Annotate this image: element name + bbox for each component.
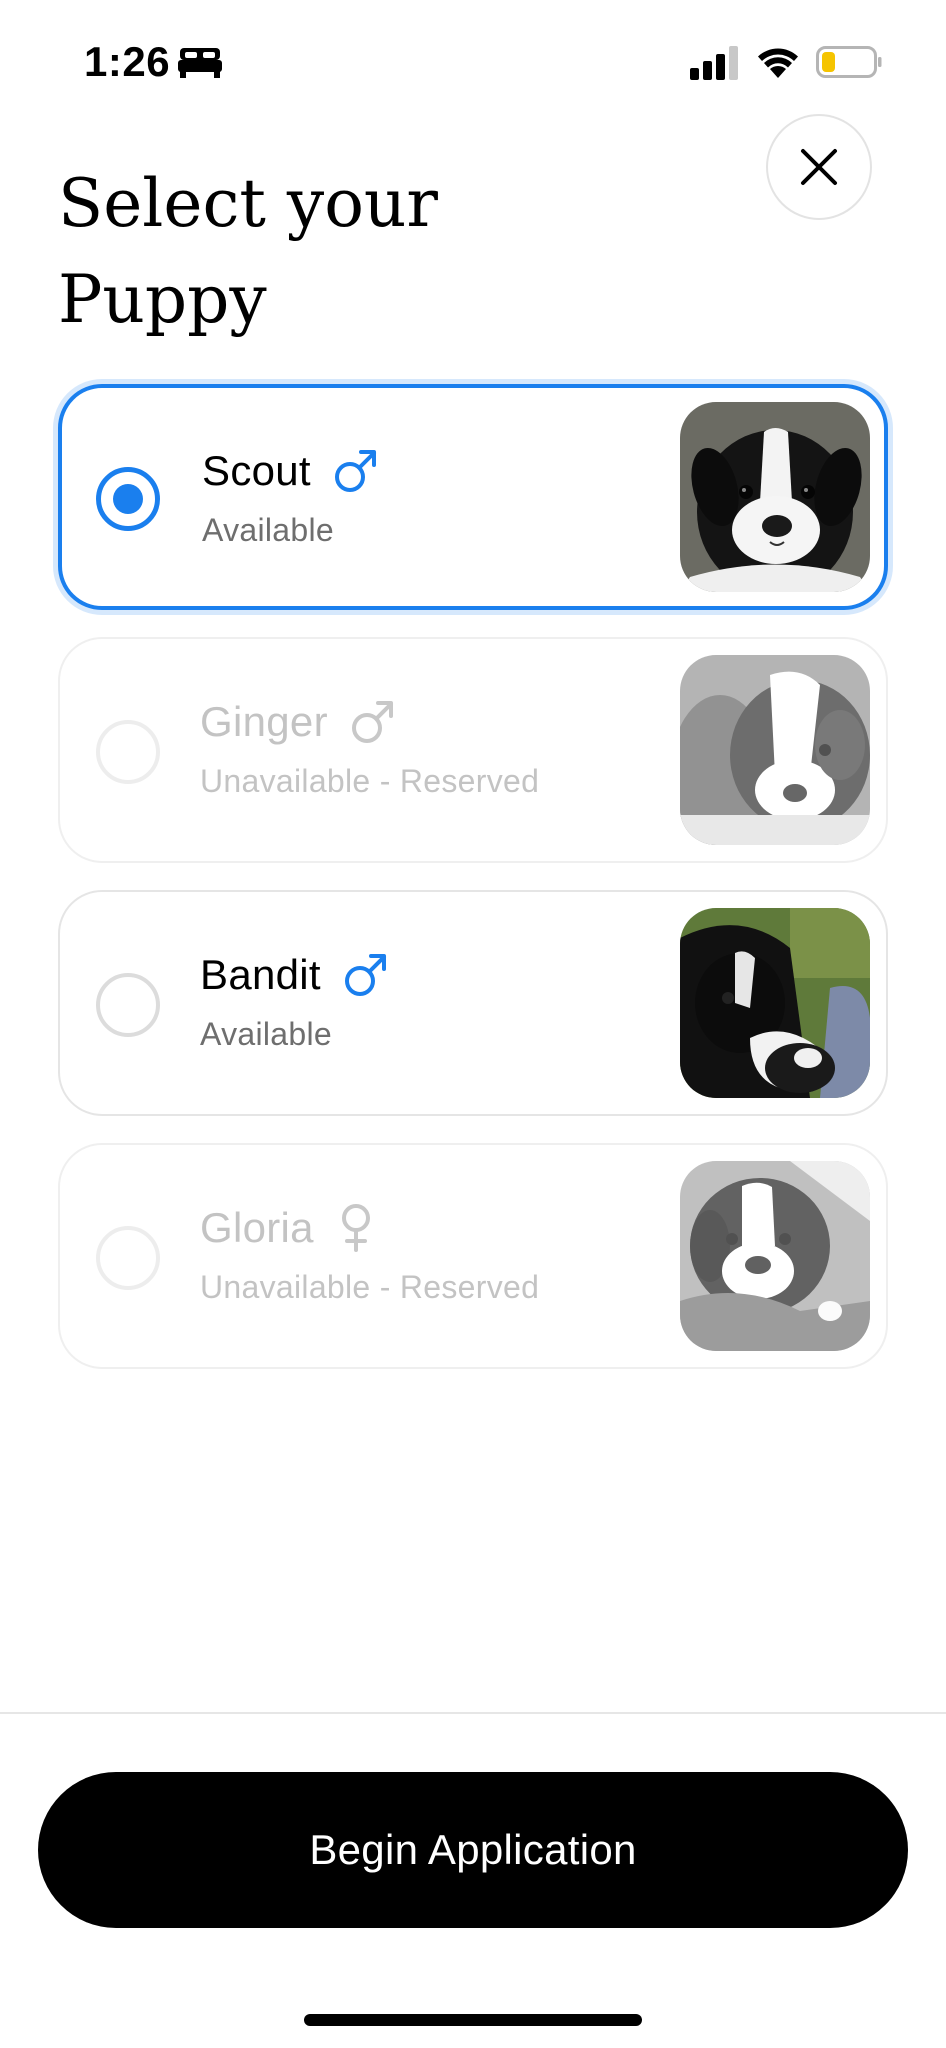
- status-bar: 1:26: [0, 0, 946, 120]
- puppy-status: Unavailable - Reserved: [200, 763, 540, 799]
- female-icon: [341, 1204, 370, 1252]
- page-title: Select your Puppy: [58, 156, 658, 348]
- puppy-list: Scout Available Ginger Unavailable - Res…: [58, 384, 888, 1396]
- puppy-photo: [680, 1161, 870, 1351]
- puppy-status: Unavailable - Reserved: [200, 1269, 540, 1305]
- puppy-name: Ginger: [200, 698, 328, 745]
- puppy-option-scout[interactable]: Scout Available: [58, 384, 888, 610]
- puppy-name: Gloria: [200, 1204, 314, 1251]
- page-title-line1: Select your: [58, 165, 438, 242]
- close-icon: [801, 149, 837, 185]
- male-icon: [344, 954, 386, 996]
- radio-button[interactable]: [96, 973, 160, 1037]
- puppy-photo: [680, 655, 870, 845]
- wifi-icon: [758, 48, 798, 78]
- close-button[interactable]: [766, 114, 872, 220]
- footer-divider: [0, 1712, 946, 1714]
- bed-icon: [178, 48, 222, 78]
- radio-button[interactable]: [96, 1226, 160, 1290]
- puppy-option-bandit[interactable]: Bandit Available: [58, 890, 888, 1116]
- puppy-photo: [680, 908, 870, 1098]
- begin-application-button[interactable]: Begin Application: [38, 1772, 908, 1928]
- cellular-signal-icon: [690, 46, 738, 80]
- radio-button-selected[interactable]: [96, 467, 160, 531]
- radio-button[interactable]: [96, 720, 160, 784]
- puppy-name: Bandit: [200, 951, 321, 998]
- puppy-name: Scout: [202, 447, 311, 494]
- puppy-status: Available: [202, 512, 334, 548]
- puppy-option-ginger[interactable]: Ginger Unavailable - Reserved: [58, 637, 888, 863]
- battery-icon: [816, 46, 882, 78]
- home-indicator[interactable]: [304, 2014, 642, 2026]
- page-title-line2: Puppy: [58, 261, 267, 338]
- puppy-photo: [680, 402, 870, 592]
- puppy-option-gloria[interactable]: Gloria Unavailable - Reserved: [58, 1143, 888, 1369]
- male-icon: [334, 450, 376, 492]
- puppy-status: Available: [200, 1016, 332, 1052]
- male-icon: [351, 701, 393, 743]
- status-time: 1:26: [84, 38, 171, 85]
